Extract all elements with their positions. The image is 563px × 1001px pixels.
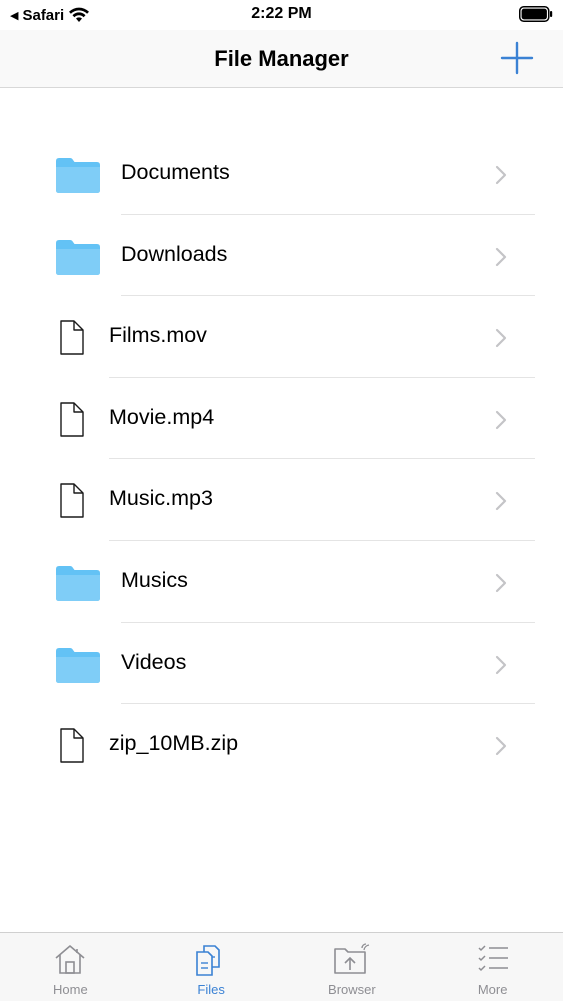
file-name: Downloads [121, 241, 228, 266]
navigation-bar: File Manager [0, 30, 563, 88]
tab-browser-label: Browser [328, 982, 376, 997]
status-time: 2:22 PM [251, 5, 312, 22]
status-bar: ◀ Safari 2:22 PM [0, 0, 563, 30]
plus-icon[interactable] [499, 40, 535, 76]
chevron-right-icon [495, 491, 507, 516]
chevron-right-icon [495, 655, 507, 680]
tab-files-label: Files [197, 982, 225, 997]
file-name: zip_10MB.zip [109, 731, 239, 756]
file-icon [56, 320, 88, 361]
tab-home[interactable]: Home [0, 933, 141, 1001]
chevron-right-icon [495, 410, 507, 435]
list-item[interactable]: Downloads [0, 215, 563, 297]
file-list: Documents Downloads Films.mov Movie.mp4 Musi… [0, 133, 563, 786]
tab-browser[interactable]: Browser [282, 933, 423, 1001]
list-item[interactable]: Movie.mp4 [0, 378, 563, 460]
chevron-right-icon [495, 247, 507, 272]
file-name: Documents [121, 160, 230, 184]
chevron-right-icon [495, 573, 507, 598]
browser-icon [334, 943, 370, 974]
chevron-right-icon [495, 328, 507, 353]
tab-files[interactable]: Files [141, 933, 282, 1001]
list-item[interactable]: zip_10MB.zip [0, 704, 563, 786]
file-name: Music.mp3 [109, 486, 213, 511]
tab-more[interactable]: More [422, 933, 563, 1001]
page-title: File Manager [214, 46, 349, 71]
list-item[interactable]: Documents [0, 133, 563, 215]
file-name: Movie.mp4 [109, 404, 215, 429]
folder-icon [56, 565, 100, 606]
file-icon [56, 483, 88, 524]
tab-more-label: More [477, 982, 508, 997]
more-icon [478, 945, 508, 972]
file-icon [56, 728, 88, 769]
folder-icon [56, 239, 100, 280]
chevron-right-icon [495, 736, 507, 761]
file-name: Videos [121, 649, 187, 674]
battery-icon [519, 6, 553, 22]
file-icon [56, 402, 88, 443]
chevron-right-icon [495, 165, 507, 190]
tab-bar: Home Files Browser More [0, 932, 563, 1001]
list-item[interactable]: Musics [0, 541, 563, 623]
files-icon [196, 945, 220, 976]
folder-icon [56, 157, 100, 198]
list-item[interactable]: Music.mp3 [0, 459, 563, 541]
folder-icon [56, 647, 100, 688]
tab-home-label: Home [53, 982, 88, 997]
file-name: Films.mov [109, 323, 207, 348]
file-name: Musics [121, 567, 188, 592]
list-item[interactable]: Films.mov [0, 296, 563, 378]
list-item[interactable]: Videos [0, 623, 563, 705]
home-icon [55, 945, 85, 974]
